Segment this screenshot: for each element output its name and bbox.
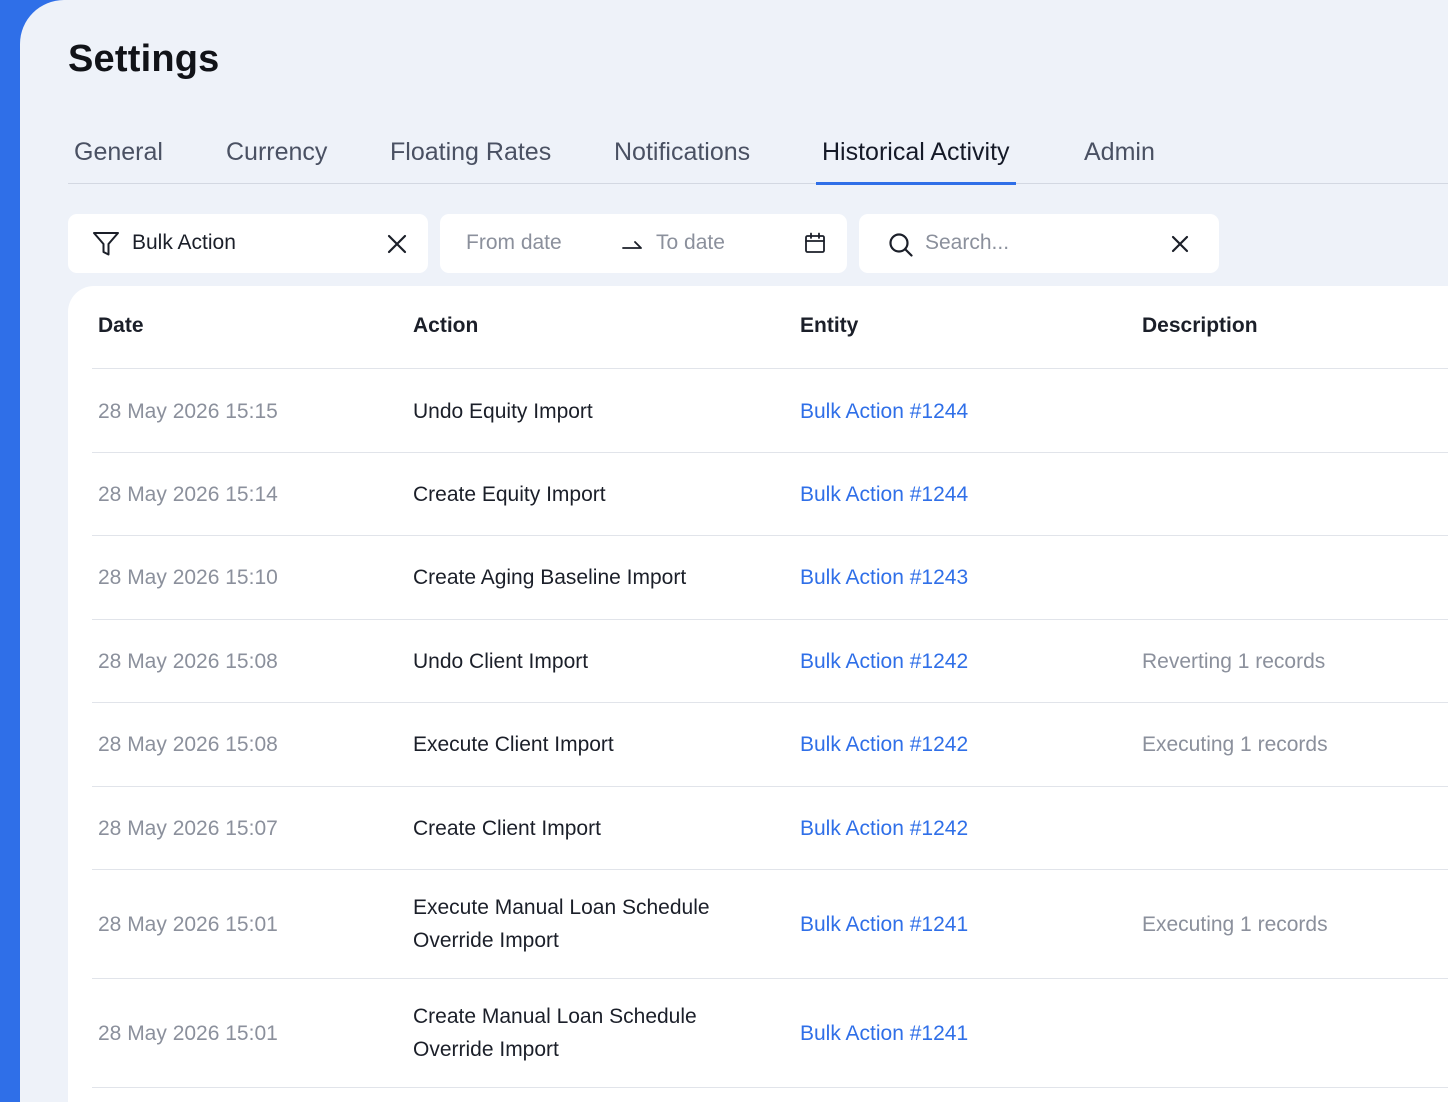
row-date: 28 May 2026 15:08 — [98, 733, 278, 756]
tab-floating-rates[interactable]: Floating Rates — [390, 138, 551, 184]
row-entity-link[interactable]: Bulk Action #1244 — [800, 453, 968, 535]
to-date-input[interactable]: To date — [656, 231, 725, 255]
row-action: Create Manual Loan Schedule Override Imp… — [413, 1005, 697, 1061]
row-action: Execute Client Import — [413, 733, 614, 756]
row-entity-link[interactable]: Bulk Action #1244 — [800, 370, 968, 452]
row-entity-link[interactable]: Bulk Action #1241 — [800, 979, 968, 1087]
tab-historical-activity[interactable]: Historical Activity — [816, 138, 1016, 185]
tab-admin[interactable]: Admin — [1084, 138, 1155, 184]
row-entity-link[interactable]: Bulk Action #1241 — [800, 870, 968, 978]
table-row[interactable]: 28 May 2026 15:01 Create Manual Loan Sch… — [92, 979, 1448, 1088]
search-box[interactable]: Search... — [859, 214, 1219, 273]
table-row[interactable]: 28 May 2026 15:08 Execute Client Import … — [92, 703, 1448, 787]
row-action: Execute Manual Loan Schedule Override Im… — [413, 896, 710, 952]
type-filter[interactable]: Bulk Action — [68, 214, 428, 273]
row-date: 28 May 2026 15:10 — [98, 566, 278, 589]
column-header-action[interactable]: Action — [413, 314, 478, 338]
row-entity-link[interactable]: Bulk Action #1242 — [800, 787, 968, 869]
table-row[interactable]: 28 May 2026 15:15 Undo Equity Import Bul… — [92, 370, 1448, 453]
search-input[interactable]: Search... — [925, 231, 1009, 255]
tab-general[interactable]: General — [74, 138, 163, 184]
tab-currency[interactable]: Currency — [226, 138, 327, 184]
app-window: Settings General Currency Floating Rates… — [20, 0, 1448, 1102]
table-header: Date Action Entity Description — [92, 286, 1448, 369]
row-date: 28 May 2026 15:07 — [98, 816, 278, 840]
search-icon — [889, 233, 913, 257]
column-header-date[interactable]: Date — [98, 314, 144, 338]
table-row[interactable]: 28 May 2026 15:10 Create Aging Baseline … — [92, 536, 1448, 620]
close-icon[interactable] — [1170, 234, 1190, 254]
row-action: Create Equity Import — [413, 482, 606, 506]
row-action: Create Aging Baseline Import — [413, 566, 687, 589]
filter-icon — [93, 232, 119, 256]
row-entity-link[interactable]: Bulk Action #1243 — [800, 536, 968, 619]
table-row[interactable]: 28 May 2026 15:08 Undo Client Import Bul… — [92, 620, 1448, 703]
row-date: 28 May 2026 15:15 — [98, 399, 278, 423]
row-description: Executing 1 records — [1142, 912, 1328, 936]
from-date-input[interactable]: From date — [466, 231, 562, 255]
tab-notifications[interactable]: Notifications — [614, 138, 750, 184]
arrow-right-icon — [622, 241, 642, 249]
row-entity-link[interactable]: Bulk Action #1242 — [800, 620, 968, 702]
close-icon[interactable] — [386, 233, 408, 255]
column-header-description[interactable]: Description — [1142, 314, 1258, 338]
row-action: Undo Equity Import — [413, 399, 593, 423]
row-description: Reverting 1 records — [1142, 649, 1326, 673]
row-date: 28 May 2026 15:01 — [98, 1021, 278, 1045]
date-range-picker[interactable]: From date To date — [440, 214, 847, 273]
table-row[interactable]: 28 May 2026 15:14 Create Equity Import B… — [92, 453, 1448, 536]
row-action: Create Client Import — [413, 816, 601, 840]
row-entity-link[interactable]: Bulk Action #1242 — [800, 703, 968, 786]
row-date: 28 May 2026 15:14 — [98, 482, 278, 506]
tab-bar: General Currency Floating Rates Notifica… — [68, 124, 1448, 185]
row-date: 28 May 2026 15:08 — [98, 649, 278, 673]
activity-table: Date Action Entity Description 28 May 20… — [68, 286, 1448, 1102]
row-date: 28 May 2026 15:01 — [98, 912, 278, 936]
row-action: Undo Client Import — [413, 649, 589, 673]
table-row[interactable]: 28 May 2026 15:01 Execute Manual Loan Sc… — [92, 870, 1448, 979]
page-title: Settings — [68, 38, 220, 80]
type-filter-value: Bulk Action — [132, 231, 236, 254]
column-header-entity[interactable]: Entity — [800, 314, 858, 338]
table-row[interactable]: 28 May 2026 15:07 Create Client Import B… — [92, 787, 1448, 870]
calendar-icon[interactable] — [804, 232, 826, 254]
row-description: Executing 1 records — [1142, 733, 1328, 756]
